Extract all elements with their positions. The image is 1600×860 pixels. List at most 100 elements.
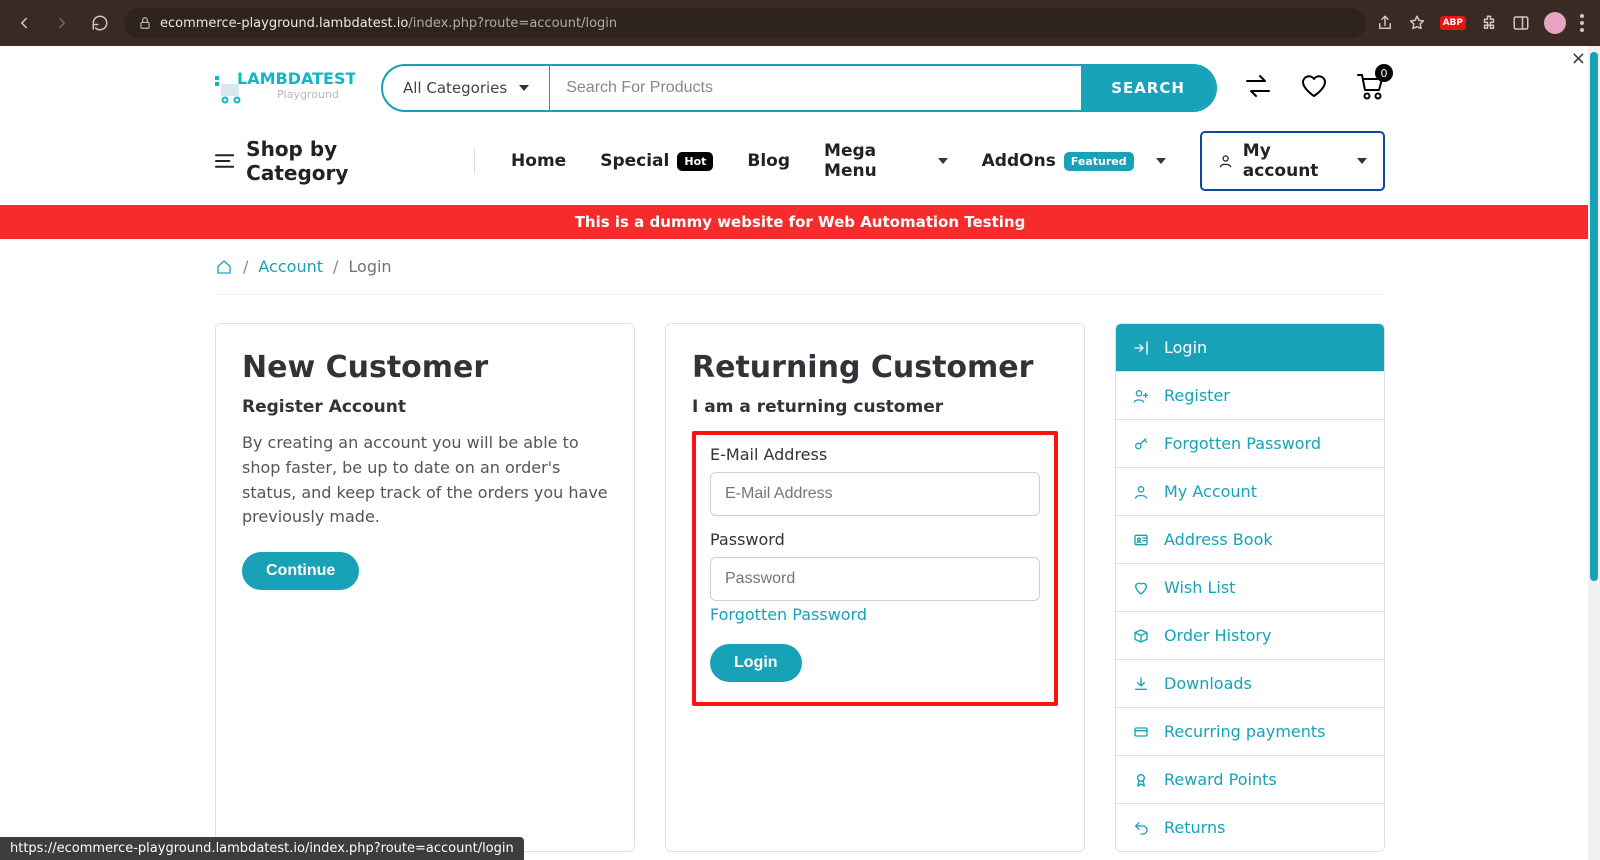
new-customer-subtitle: Register Account [242, 397, 608, 417]
address-card-icon [1132, 532, 1150, 548]
new-customer-panel: New Customer Register Account By creatin… [215, 323, 635, 852]
wishlist-button[interactable] [1299, 73, 1329, 103]
password-label: Password [710, 530, 1040, 549]
menu-icon [215, 153, 234, 169]
sidebar-item-recurring-payments[interactable]: Recurring payments [1116, 708, 1384, 756]
credit-card-icon [1132, 724, 1150, 740]
featured-badge: Featured [1064, 152, 1134, 171]
browser-forward-button[interactable] [48, 9, 76, 37]
search-button[interactable]: SEARCH [1081, 66, 1215, 110]
key-icon [1132, 436, 1150, 452]
star-icon[interactable] [1408, 14, 1426, 32]
search-bar: All Categories SEARCH [381, 64, 1217, 112]
search-category-label: All Categories [403, 79, 507, 97]
breadcrumb: / Account / Login [215, 239, 1385, 295]
main-content: New Customer Register Account By creatin… [215, 295, 1385, 852]
home-icon[interactable] [215, 259, 233, 275]
nav-special[interactable]: Special Hot [600, 151, 713, 171]
nav-mega-menu[interactable]: Mega Menu [824, 141, 948, 181]
browser-status-bar: https://ecommerce-playground.lambdatest.… [0, 837, 524, 860]
heart-icon [1299, 73, 1329, 99]
nav-my-account[interactable]: My account [1200, 131, 1385, 191]
sidebar-item-register[interactable]: Register [1116, 372, 1384, 420]
arrow-left-icon [15, 14, 33, 32]
cart-count-badge: 0 [1375, 64, 1393, 82]
heart-icon [1132, 580, 1150, 596]
login-form-highlight: E-Mail Address Password Forgotten Passwo… [692, 431, 1058, 706]
sidebar-item-address-book[interactable]: Address Book [1116, 516, 1384, 564]
profile-avatar[interactable] [1544, 12, 1566, 34]
sidebar-item-forgotten-password[interactable]: Forgotten Password [1116, 420, 1384, 468]
nav-blog[interactable]: Blog [747, 151, 790, 171]
nav-home[interactable]: Home [511, 151, 566, 171]
announcement-banner: This is a dummy website for Web Automati… [0, 205, 1600, 239]
share-icon[interactable] [1376, 14, 1394, 32]
site-logo[interactable]: LAMBDATEST Playground [215, 66, 355, 110]
svg-text:Playground: Playground [277, 88, 339, 101]
svg-text:LAMBDATEST: LAMBDATEST [237, 69, 355, 88]
sign-in-icon [1132, 340, 1150, 356]
account-sidebar: Login Register Forgotten Password My Acc… [1115, 323, 1385, 852]
password-input[interactable] [710, 557, 1040, 601]
sidebar-item-returns[interactable]: Returns [1116, 804, 1384, 851]
chevron-down-icon [519, 85, 529, 91]
extensions-icon[interactable] [1480, 14, 1498, 32]
scrollbar[interactable] [1588, 46, 1600, 860]
sidebar-item-downloads[interactable]: Downloads [1116, 660, 1384, 708]
download-icon [1132, 676, 1150, 692]
medal-icon [1132, 772, 1150, 788]
reload-icon [91, 14, 109, 32]
url-host: ecommerce-playground.lambdatest.io [160, 16, 408, 31]
sidebar-item-reward-points[interactable]: Reward Points [1116, 756, 1384, 804]
logo-icon: LAMBDATEST Playground [215, 66, 355, 110]
chevron-down-icon [1357, 158, 1367, 164]
nav-addons[interactable]: AddOns Featured [982, 151, 1166, 171]
email-label: E-Mail Address [710, 445, 1040, 464]
compare-button[interactable] [1243, 73, 1273, 103]
panel-icon[interactable] [1512, 14, 1530, 32]
browser-reload-button[interactable] [86, 9, 114, 37]
undo-icon [1132, 820, 1150, 836]
breadcrumb-current: Login [348, 257, 391, 276]
nav-divider [474, 148, 475, 174]
chevron-down-icon [1156, 158, 1166, 164]
page-viewport: × LAMBDATEST Playground All Categories [0, 46, 1600, 860]
box-icon [1132, 628, 1150, 644]
user-plus-icon [1132, 388, 1150, 404]
search-category-dropdown[interactable]: All Categories [383, 66, 550, 110]
returning-customer-title: Returning Customer [692, 350, 1058, 385]
arrow-right-icon [53, 14, 71, 32]
close-icon[interactable]: × [1571, 48, 1586, 69]
chevron-down-icon [938, 158, 948, 164]
login-button[interactable]: Login [710, 644, 802, 682]
cart-button[interactable]: 0 [1355, 72, 1385, 104]
kebab-menu-icon[interactable] [1580, 14, 1584, 32]
lock-icon [138, 16, 152, 30]
site-header: LAMBDATEST Playground All Categories SEA… [215, 46, 1385, 124]
email-input[interactable] [710, 472, 1040, 516]
sidebar-item-order-history[interactable]: Order History [1116, 612, 1384, 660]
url-path: /index.php?route=account/login [408, 16, 617, 31]
sidebar-item-login[interactable]: Login [1116, 324, 1384, 372]
new-customer-description: By creating an account you will be able … [242, 431, 608, 530]
returning-customer-subtitle: I am a returning customer [692, 397, 1058, 417]
header-action-icons: 0 [1243, 72, 1385, 104]
returning-customer-panel: Returning Customer I am a returning cust… [665, 323, 1085, 852]
continue-button[interactable]: Continue [242, 552, 359, 590]
user-icon [1132, 484, 1150, 500]
user-icon [1218, 153, 1233, 169]
search-input[interactable] [550, 79, 1081, 97]
forgotten-password-link[interactable]: Forgotten Password [710, 605, 867, 624]
main-nav: Shop by Category Home Special Hot Blog M… [215, 124, 1385, 205]
hot-badge: Hot [677, 152, 713, 171]
breadcrumb-account[interactable]: Account [258, 257, 323, 276]
browser-chrome: ecommerce-playground.lambdatest.io/index… [0, 0, 1600, 46]
sidebar-item-my-account[interactable]: My Account [1116, 468, 1384, 516]
sidebar-item-wish-list[interactable]: Wish List [1116, 564, 1384, 612]
browser-back-button[interactable] [10, 9, 38, 37]
new-customer-title: New Customer [242, 350, 608, 385]
adblock-badge[interactable]: ABP [1440, 16, 1466, 30]
browser-url-bar[interactable]: ecommerce-playground.lambdatest.io/index… [124, 8, 1366, 38]
scrollbar-thumb[interactable] [1590, 52, 1598, 581]
shop-by-category-button[interactable]: Shop by Category [215, 137, 438, 185]
